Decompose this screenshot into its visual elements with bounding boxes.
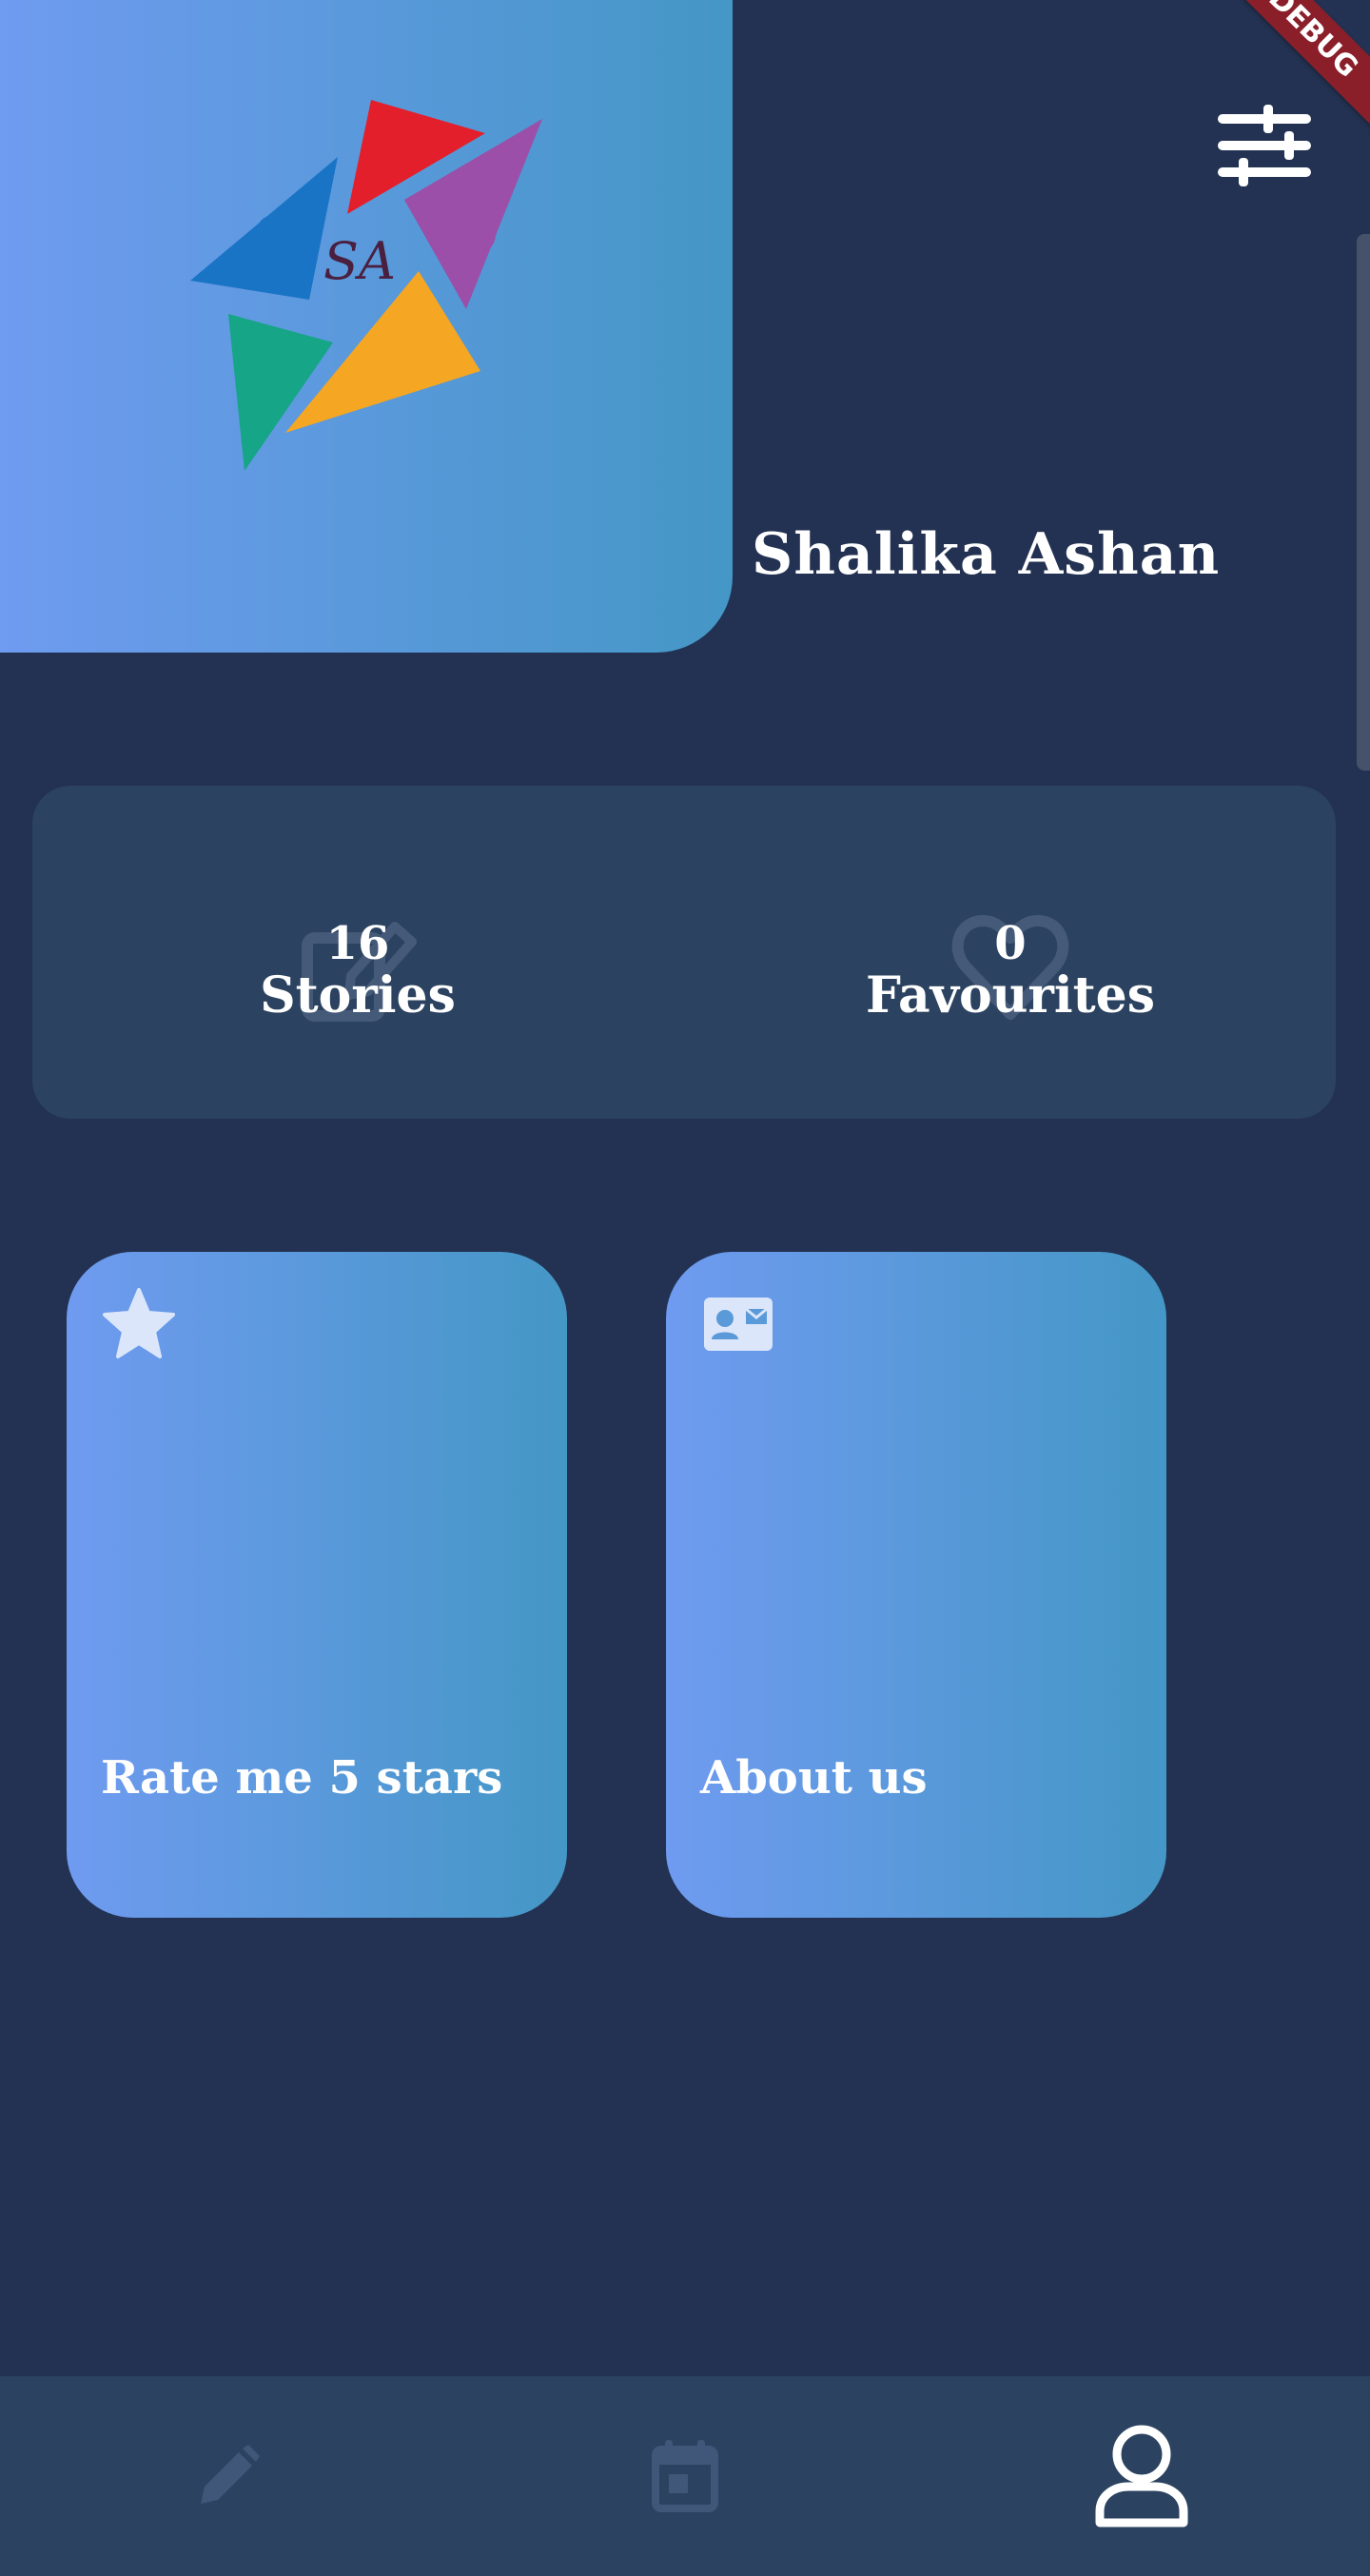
favourites-label: Favourites xyxy=(865,966,1155,1025)
stories-count: 16 xyxy=(325,917,390,970)
bottom-navigation xyxy=(0,2376,1370,2576)
sliders-icon xyxy=(1218,105,1311,186)
about-card[interactable]: About us xyxy=(666,1252,1166,1918)
profile-name: Shalika Ashan xyxy=(752,521,1221,588)
scrollbar[interactable] xyxy=(1357,234,1370,771)
stat-stories[interactable]: 16 Stories xyxy=(167,786,548,1119)
settings-button[interactable] xyxy=(1214,103,1315,188)
team-star-logo: SA xyxy=(190,100,542,471)
rate-card[interactable]: Rate me 5 stars xyxy=(67,1252,567,1918)
star-icon xyxy=(103,1288,175,1358)
about-card-label: About us xyxy=(700,1751,928,1805)
rate-card-label: Rate me 5 stars xyxy=(101,1751,503,1805)
stats-panel: 16 Stories 0 Favourites xyxy=(32,786,1336,1119)
pencil-icon xyxy=(201,2445,260,2504)
nav-item-write[interactable] xyxy=(0,2376,457,2576)
nav-item-calendar[interactable] xyxy=(457,2376,913,2576)
logo-text: SA xyxy=(323,231,396,291)
stat-favourites[interactable]: 0 Favourites xyxy=(820,786,1201,1119)
calendar-icon xyxy=(652,2440,718,2512)
stories-label: Stories xyxy=(260,966,456,1025)
contact-card-icon xyxy=(704,1298,773,1351)
profile-header-card: SA xyxy=(0,0,733,653)
nav-item-profile[interactable] xyxy=(913,2376,1370,2576)
favourites-count: 0 xyxy=(994,917,1027,970)
person-icon xyxy=(1095,2425,1188,2527)
